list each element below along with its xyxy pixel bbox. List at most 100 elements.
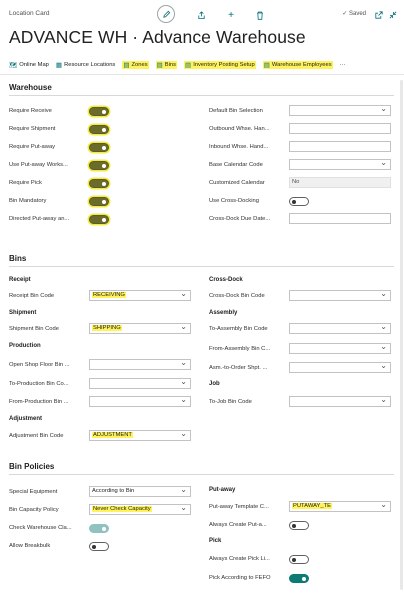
from-production-bin-label: From-Production Bin ... xyxy=(9,399,69,405)
trash-icon xyxy=(257,11,263,20)
to-production-bin-select[interactable] xyxy=(89,378,191,389)
putaway-template-label: Put-away Template C... xyxy=(209,504,269,510)
use-putaway-worksheet-toggle[interactable] xyxy=(89,161,109,170)
putaway-template-select[interactable]: PUTAWAY_TE xyxy=(289,501,391,512)
outbound-handling-input[interactable] xyxy=(289,123,391,134)
bin-policies-section-heading[interactable]: Bin Policies xyxy=(9,462,54,471)
open-shop-floor-bin-label: Open Shop Floor Bin ... xyxy=(9,362,70,368)
use-cross-docking-toggle[interactable] xyxy=(289,197,309,206)
share-button[interactable] xyxy=(195,9,207,21)
more-actions-button[interactable]: ··· xyxy=(340,62,346,68)
to-job-bin-code-select[interactable] xyxy=(289,396,391,407)
require-shipment-toggle[interactable] xyxy=(89,125,109,134)
action-label: Resource Locations xyxy=(64,62,116,68)
edit-button[interactable] xyxy=(157,5,175,23)
always-create-putaway-toggle[interactable] xyxy=(289,521,309,530)
inbound-handling-label: Inbound Whse. Hand... xyxy=(209,144,269,150)
putaway-group-heading: Put-away xyxy=(209,487,236,493)
section-divider xyxy=(9,95,394,96)
special-equipment-value: According to Bin xyxy=(92,488,135,494)
page-title: ADVANCE WH · Advance Warehouse xyxy=(9,27,306,47)
shipment-bin-code-select[interactable]: SHIPPING xyxy=(89,323,191,334)
default-bin-selection-label: Default Bin Selection xyxy=(209,108,263,114)
warehouse-section-heading[interactable]: Warehouse xyxy=(9,83,52,92)
asm-to-order-bin-select[interactable] xyxy=(289,362,391,373)
use-putaway-worksheet-label: Use Put-away Works... xyxy=(9,162,68,168)
resources-icon: ▦ xyxy=(55,62,63,69)
to-job-bin-code-label: To-Job Bin Code xyxy=(209,399,252,405)
delete-button[interactable] xyxy=(254,9,266,21)
receipt-bin-code-value: RECEIVING xyxy=(92,292,126,298)
allow-breakbulk-label: Allow Breakbulk xyxy=(9,543,51,549)
always-create-pick-toggle[interactable] xyxy=(289,555,309,564)
bin-capacity-policy-select[interactable]: Never Check Capacity xyxy=(89,504,191,515)
default-bin-selection-select[interactable] xyxy=(289,105,391,116)
shipment-bin-code-label: Shipment Bin Code xyxy=(9,326,59,332)
resource-locations-action[interactable]: ▦ Resource Locations xyxy=(56,61,115,69)
collapse-button[interactable] xyxy=(388,9,398,21)
receipt-bin-code-label: Receipt Bin Code xyxy=(9,293,55,299)
adjustment-bin-code-select[interactable]: ADJUSTMENT xyxy=(89,430,191,441)
adjustment-bin-code-value: ADJUSTMENT xyxy=(92,432,133,438)
bin-mandatory-toggle[interactable] xyxy=(89,197,109,206)
require-shipment-label: Require Shipment xyxy=(9,126,56,132)
inbound-handling-input[interactable] xyxy=(289,141,391,152)
zones-action[interactable]: ▤ Zones xyxy=(122,61,149,69)
from-assembly-bin-code-select[interactable] xyxy=(289,343,391,354)
pencil-icon xyxy=(162,10,170,18)
pick-group-heading: Pick xyxy=(209,538,222,544)
special-equipment-select[interactable]: According to Bin xyxy=(89,486,191,497)
cross-dock-bin-code-label: Cross-Dock Bin Code xyxy=(209,293,265,299)
receipt-bin-code-select[interactable]: RECEIVING xyxy=(89,290,191,301)
require-putaway-toggle[interactable] xyxy=(89,143,109,152)
check-warehouse-class-label: Check Warehouse Cla... xyxy=(9,525,72,531)
directed-putaway-label: Directed Put-away an... xyxy=(9,216,70,222)
inventory-posting-setup-action[interactable]: ▤ Inventory Posting Setup xyxy=(184,61,256,69)
allow-breakbulk-toggle[interactable] xyxy=(89,542,109,551)
customized-calendar-value: No xyxy=(289,177,391,188)
require-receive-toggle[interactable] xyxy=(89,107,109,116)
from-production-bin-select[interactable] xyxy=(89,396,191,407)
saved-label: Saved xyxy=(348,11,366,17)
open-new-window-icon xyxy=(375,11,383,19)
pick-fefo-toggle[interactable] xyxy=(289,574,309,583)
warehouse-employees-action[interactable]: ▤ Warehouse Employees xyxy=(262,61,333,69)
cross-dock-group-heading: Cross-Dock xyxy=(209,277,243,283)
bins-section-heading[interactable]: Bins xyxy=(9,254,26,263)
saved-status: ✓ Saved xyxy=(342,10,366,17)
cross-dock-due-date-label: Cross-Dock Due Date... xyxy=(209,216,271,222)
from-assembly-bin-code-label: From-Assembly Bin C... xyxy=(209,346,271,352)
open-shop-floor-bin-select[interactable] xyxy=(89,359,191,370)
action-bar: 🗺 Online Map ▦ Resource Locations ▤ Zones ▤… xyxy=(9,60,398,70)
online-map-action[interactable]: 🗺 Online Map xyxy=(9,61,49,69)
directed-putaway-toggle[interactable] xyxy=(89,215,109,224)
breadcrumb: Location Card xyxy=(9,10,50,17)
setup-icon: ▤ xyxy=(185,62,192,69)
new-button[interactable]: + xyxy=(225,9,237,21)
action-label: Zones xyxy=(131,62,148,68)
collapse-icon xyxy=(389,11,397,19)
base-calendar-select[interactable] xyxy=(289,159,391,170)
cross-dock-bin-code-select[interactable] xyxy=(289,290,391,301)
shipment-bin-code-value: SHIPPING xyxy=(92,325,122,331)
share-icon xyxy=(197,10,205,19)
to-assembly-bin-code-select[interactable] xyxy=(289,323,391,334)
use-cross-docking-label: Use Cross-Docking xyxy=(209,198,259,204)
bins-action[interactable]: ▤ Bins xyxy=(155,61,178,69)
open-new-window-button[interactable] xyxy=(374,9,384,21)
top-bar: Location Card + ✓ Saved xyxy=(9,5,398,23)
require-pick-label: Require Pick xyxy=(9,180,42,186)
action-label: Warehouse Employees xyxy=(271,62,332,68)
always-create-pick-label: Always Create Pick Li... xyxy=(209,556,270,562)
check-icon: ✓ xyxy=(342,11,349,17)
scrollbar[interactable] xyxy=(400,80,403,590)
cross-dock-due-date-input[interactable] xyxy=(289,213,391,224)
to-production-bin-label: To-Production Bin Co... xyxy=(9,381,69,387)
more-icon: ··· xyxy=(339,62,346,68)
shipment-group-heading: Shipment xyxy=(9,310,37,316)
employees-icon: ▤ xyxy=(263,62,270,69)
job-group-heading: Job xyxy=(209,381,220,387)
check-warehouse-class-toggle[interactable] xyxy=(89,524,109,533)
require-pick-toggle[interactable] xyxy=(89,179,109,188)
putaway-template-value: PUTAWAY_TE xyxy=(292,503,333,509)
